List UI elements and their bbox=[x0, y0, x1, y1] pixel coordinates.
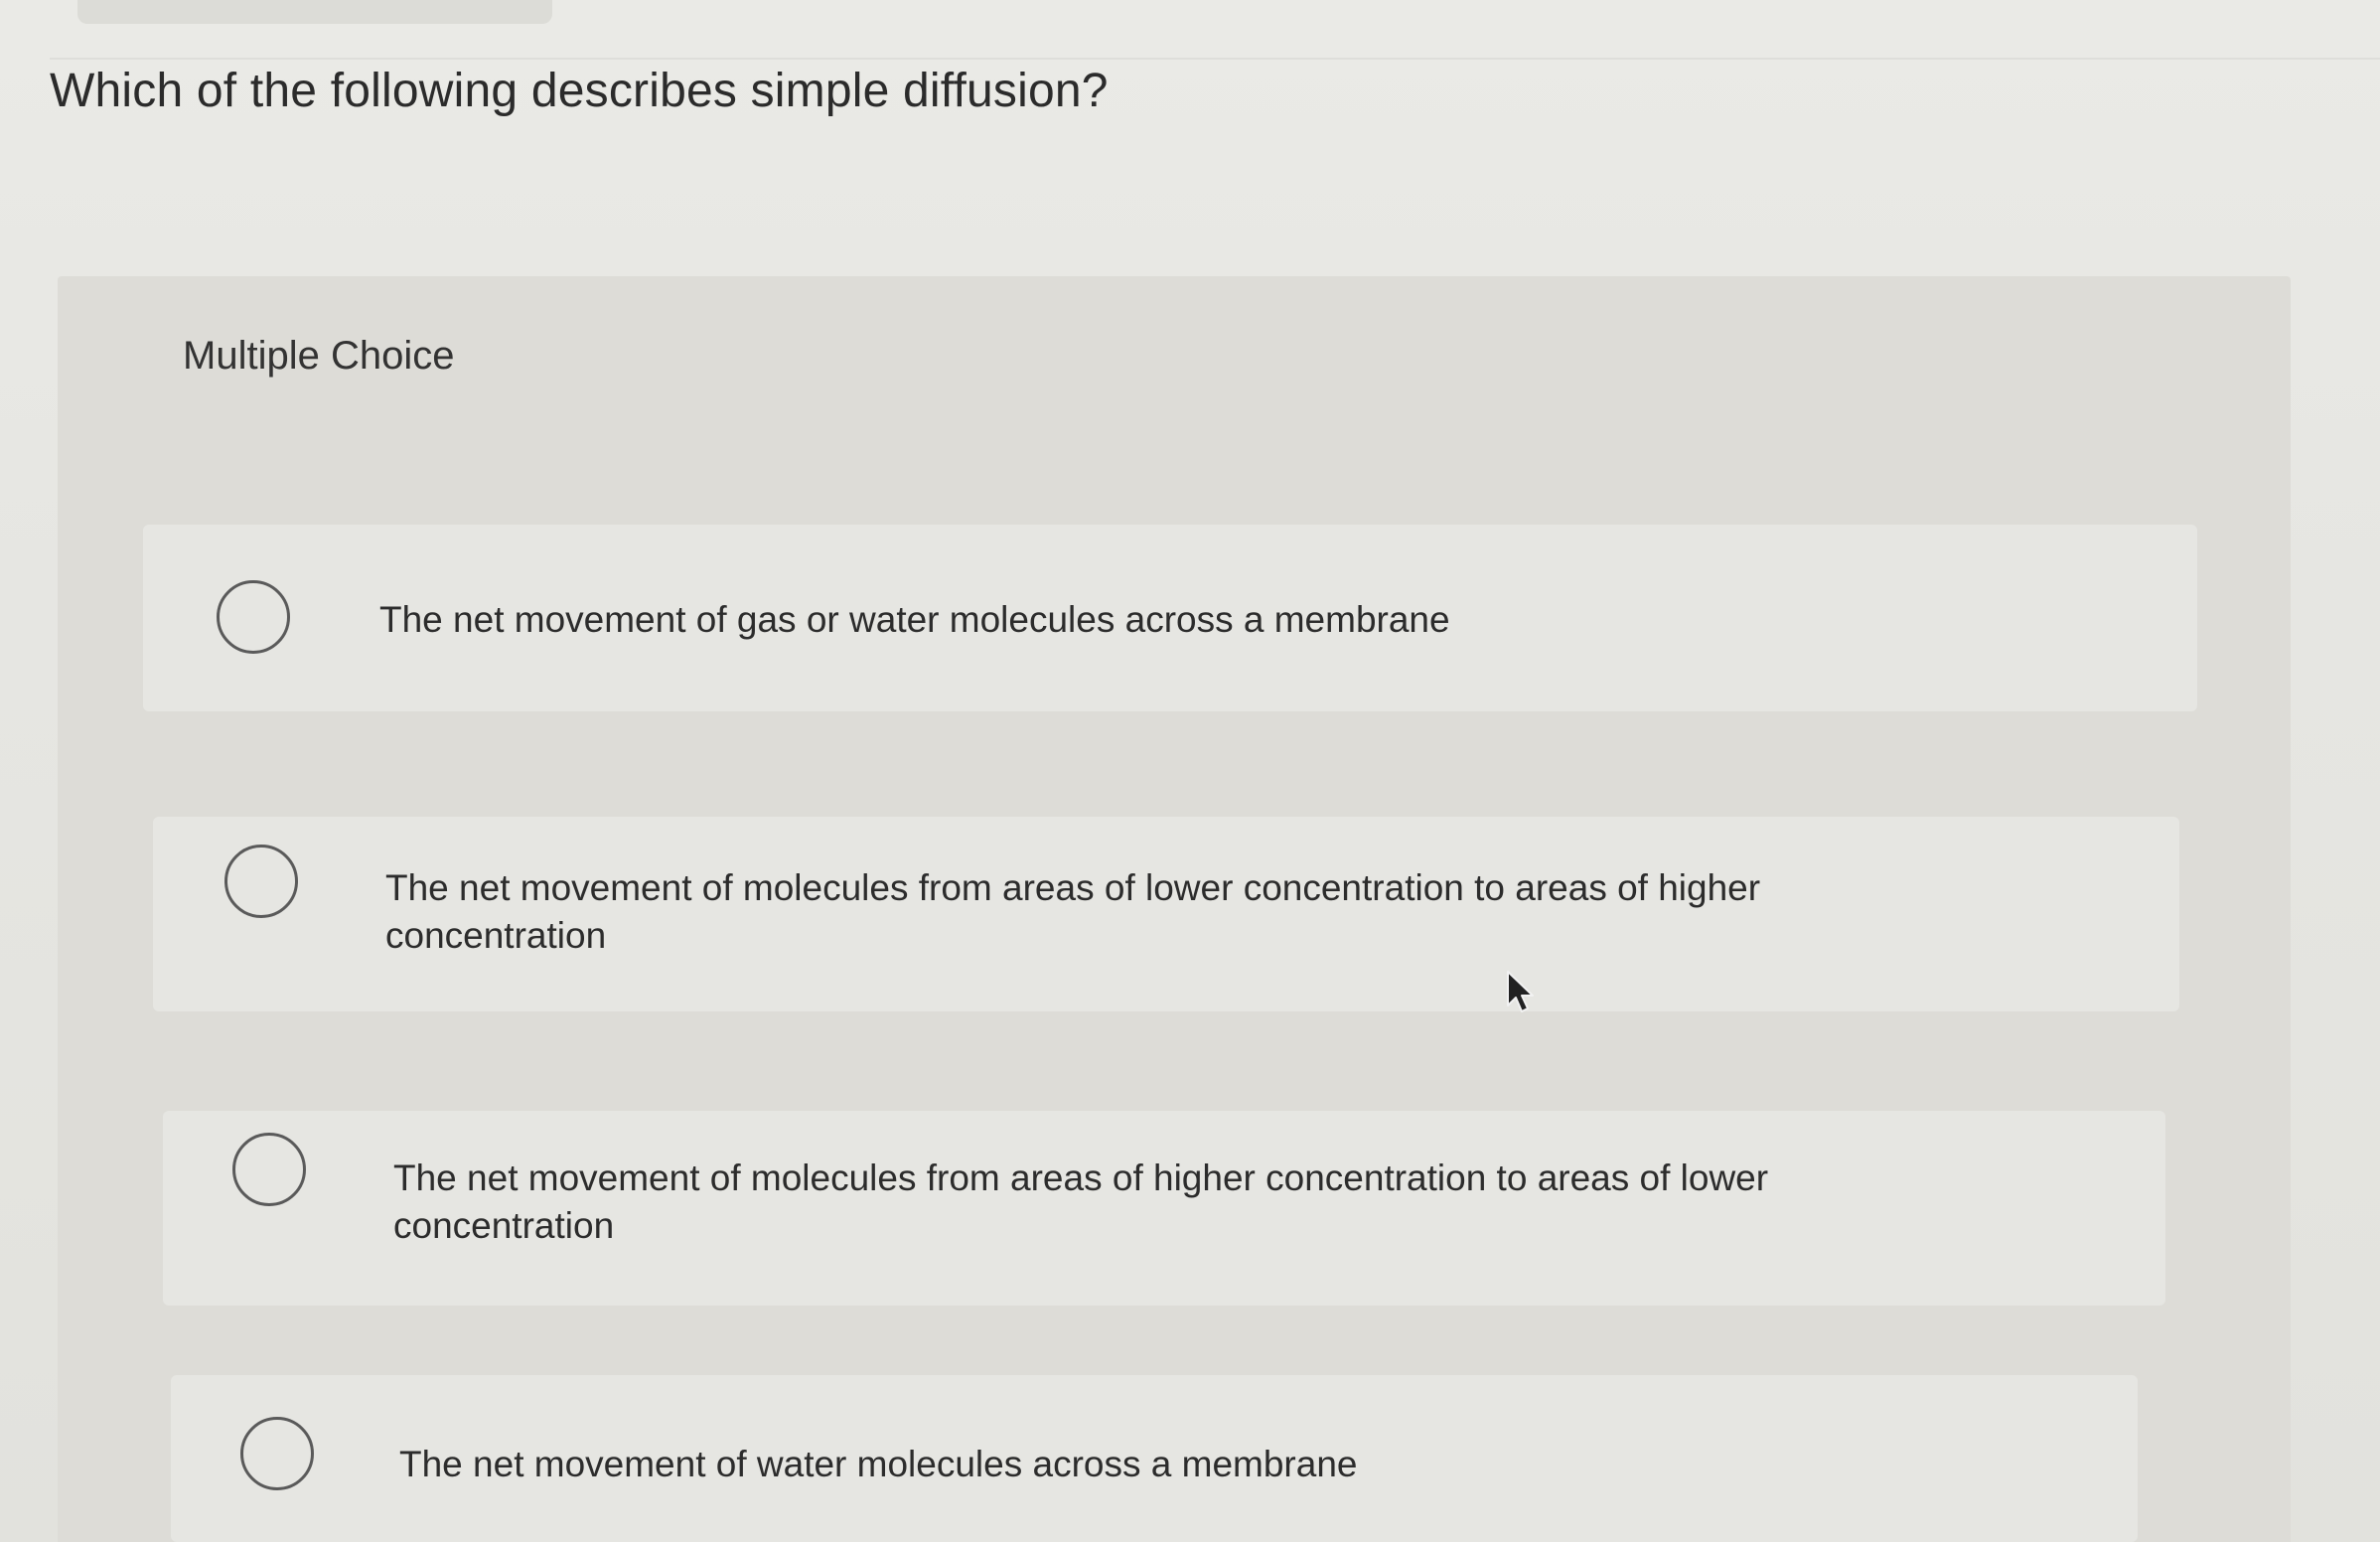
header-divider bbox=[50, 58, 2380, 60]
question-type-label: Multiple Choice bbox=[183, 334, 455, 378]
top-tab-edge bbox=[77, 0, 552, 24]
question-text: Which of the following describes simple … bbox=[50, 65, 1109, 117]
radio-button-option-1[interactable] bbox=[217, 580, 290, 654]
mouse-pointer-icon bbox=[1507, 971, 1534, 1012]
radio-button-option-2[interactable] bbox=[224, 845, 298, 918]
option-2-text: The net movement of molecules from areas… bbox=[385, 867, 1761, 956]
option-1-text: The net movement of gas or water molecul… bbox=[379, 599, 1450, 640]
option-3-text: The net movement of molecules from areas… bbox=[393, 1157, 1769, 1246]
option-4-text: The net movement of water molecules acro… bbox=[399, 1444, 1358, 1484]
radio-button-option-3[interactable] bbox=[232, 1133, 306, 1206]
radio-button-option-4[interactable] bbox=[240, 1417, 314, 1490]
